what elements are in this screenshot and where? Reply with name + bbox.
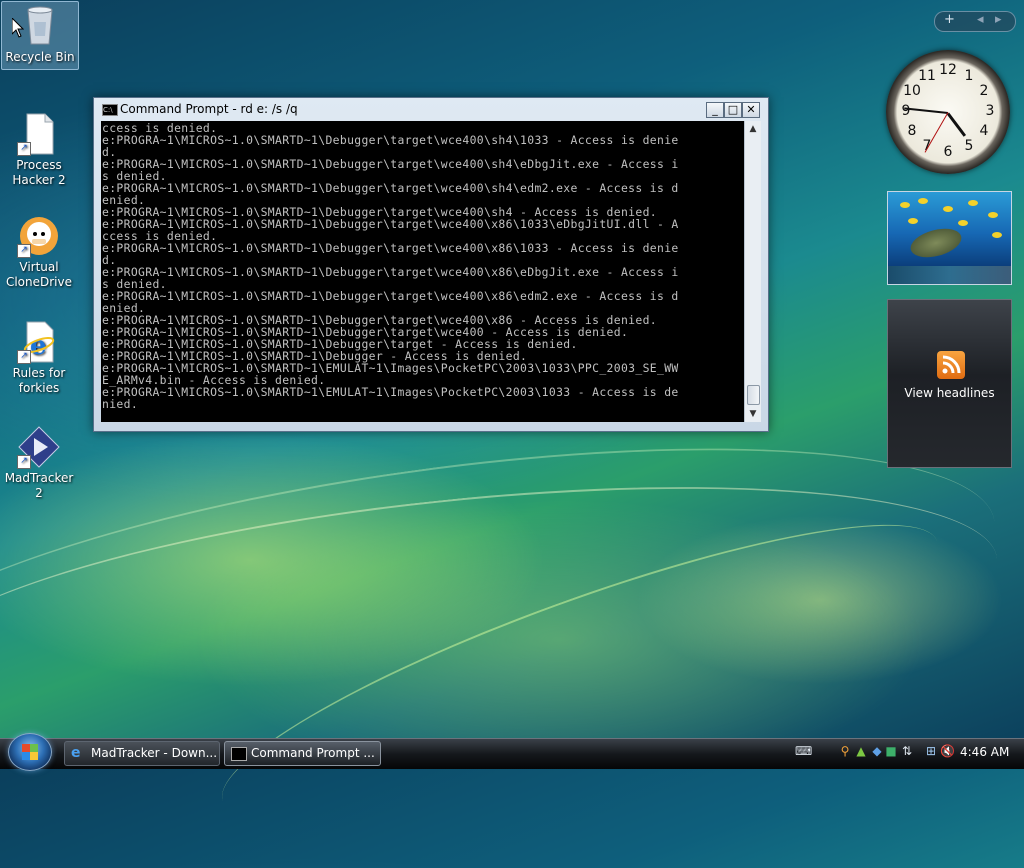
shortcut-arrow-icon: ↗ (17, 244, 31, 258)
shortcut-arrow-icon: ↗ (17, 350, 31, 364)
desktop-icon-label: Process Hacker 2 (12, 158, 66, 187)
clock-hour-hand (946, 112, 967, 137)
search-icon[interactable]: ⚲ (838, 744, 852, 758)
clock-number: 10 (903, 83, 921, 99)
network-status-icon[interactable]: ▲ (854, 744, 868, 758)
madtracker-icon: ↗ (17, 425, 61, 469)
fish-shape (908, 218, 918, 224)
clock-number: 1 (964, 68, 974, 84)
clock-number: 5 (964, 138, 974, 154)
vertical-scrollbar[interactable]: ▲ ▼ (744, 121, 761, 422)
desktop-icon-label: Recycle Bin (5, 50, 75, 64)
command-prompt-window[interactable]: C:\ Command Prompt - rd e: /s /q _ □ ✕ c… (93, 97, 769, 432)
app-tray-icon[interactable]: ■ (884, 744, 898, 758)
network-icon[interactable]: ⊞ (924, 744, 938, 758)
feed-headlines-gadget[interactable]: View headlines (887, 299, 1012, 468)
desktop-icon-virtual-clonedrive[interactable]: ↗ Virtual CloneDrive (1, 212, 77, 290)
windows-logo-icon (22, 744, 38, 760)
device-icon[interactable]: ⇅ (900, 744, 914, 758)
mouse-cursor-icon (11, 16, 25, 42)
svg-text:e: e (30, 331, 47, 361)
internet-explorer-icon: e ↗ (17, 320, 61, 364)
taskbar-button-madtracker[interactable]: e MadTracker - Down... (64, 741, 220, 766)
taskbar-button-label: MadTracker - Down... (91, 746, 218, 760)
shortcut-arrow-icon: ↗ (17, 142, 31, 156)
taskbar-button-label: Command Prompt ... (251, 746, 375, 760)
sea-turtle-shape (907, 223, 965, 263)
fish-shape (988, 212, 998, 218)
close-button[interactable]: ✕ (742, 102, 760, 118)
rss-icon (937, 351, 965, 379)
clock-number: 11 (918, 68, 936, 84)
clock-number: 8 (907, 123, 917, 139)
add-gadget-button[interactable]: + (944, 12, 955, 27)
clock-number: 12 (939, 62, 957, 78)
next-page-button[interactable]: ▸ (995, 12, 1002, 27)
start-button[interactable] (8, 733, 52, 771)
slideshow-gadget[interactable] (887, 191, 1012, 285)
desktop-icon-label: Rules for forkies (12, 366, 66, 395)
clock-number: 2 (979, 83, 989, 99)
shortcut-arrow-icon: ↗ (17, 455, 31, 469)
desktop-icon-label: MadTracker 2 (4, 471, 74, 500)
maximize-button[interactable]: □ (724, 102, 742, 118)
sheep-icon: ↗ (17, 214, 61, 258)
internet-explorer-icon: e (71, 745, 81, 761)
cmd-window-icon: C:\ (102, 104, 118, 116)
minimize-button[interactable]: _ (706, 102, 724, 118)
fish-shape (900, 202, 910, 208)
desktop-icon-process-hacker[interactable]: ↗ Process Hacker 2 (1, 110, 77, 188)
document-icon: ↗ (17, 112, 61, 156)
fish-shape (968, 200, 978, 206)
view-headlines-link[interactable]: View headlines (888, 386, 1011, 400)
window-title: Command Prompt - rd e: /s /q (120, 102, 298, 116)
fish-shape (943, 206, 953, 212)
desktop-icon-rules-for-forkies[interactable]: e ↗ Rules for forkies (1, 318, 77, 396)
desktop-icon-madtracker[interactable]: ↗ MadTracker 2 (1, 423, 77, 501)
scroll-thumb[interactable] (747, 385, 760, 405)
clock-number: 3 (985, 103, 995, 119)
fish-shape (918, 198, 928, 204)
recycle-bin-icon (18, 4, 62, 48)
sidebar-controls: + ◂ ▸ (934, 11, 1016, 32)
security-center-icon[interactable]: ◆ (870, 744, 884, 758)
fish-shape (958, 220, 968, 226)
clock-number: 6 (943, 144, 953, 160)
volume-muted-icon[interactable]: 🔇 (940, 744, 955, 758)
console-text: ccess is denied. e:PROGRA~1\MICROS~1.0\S… (102, 121, 679, 411)
taskbar-button-command-prompt[interactable]: Command Prompt ... (224, 741, 381, 766)
clock-number: 4 (979, 123, 989, 139)
scroll-down-arrow-icon[interactable]: ▼ (745, 406, 761, 422)
scroll-up-arrow-icon[interactable]: ▲ (745, 121, 761, 137)
console-output-area[interactable]: ccess is denied. e:PROGRA~1\MICROS~1.0\S… (101, 121, 744, 422)
taskbar-clock[interactable]: 4:46 AM (960, 745, 1009, 759)
previous-page-button[interactable]: ◂ (977, 12, 984, 27)
fish-shape (992, 232, 1002, 238)
cmd-window-icon (231, 747, 247, 761)
clock-number: 9 (901, 103, 911, 119)
reef-shape (888, 266, 1011, 284)
keyboard-icon[interactable]: ⌨ (795, 744, 812, 758)
desktop-icon-label: Virtual CloneDrive (5, 260, 73, 289)
clock-gadget[interactable]: 12 1 2 3 4 5 6 7 8 9 10 11 (886, 50, 1010, 174)
